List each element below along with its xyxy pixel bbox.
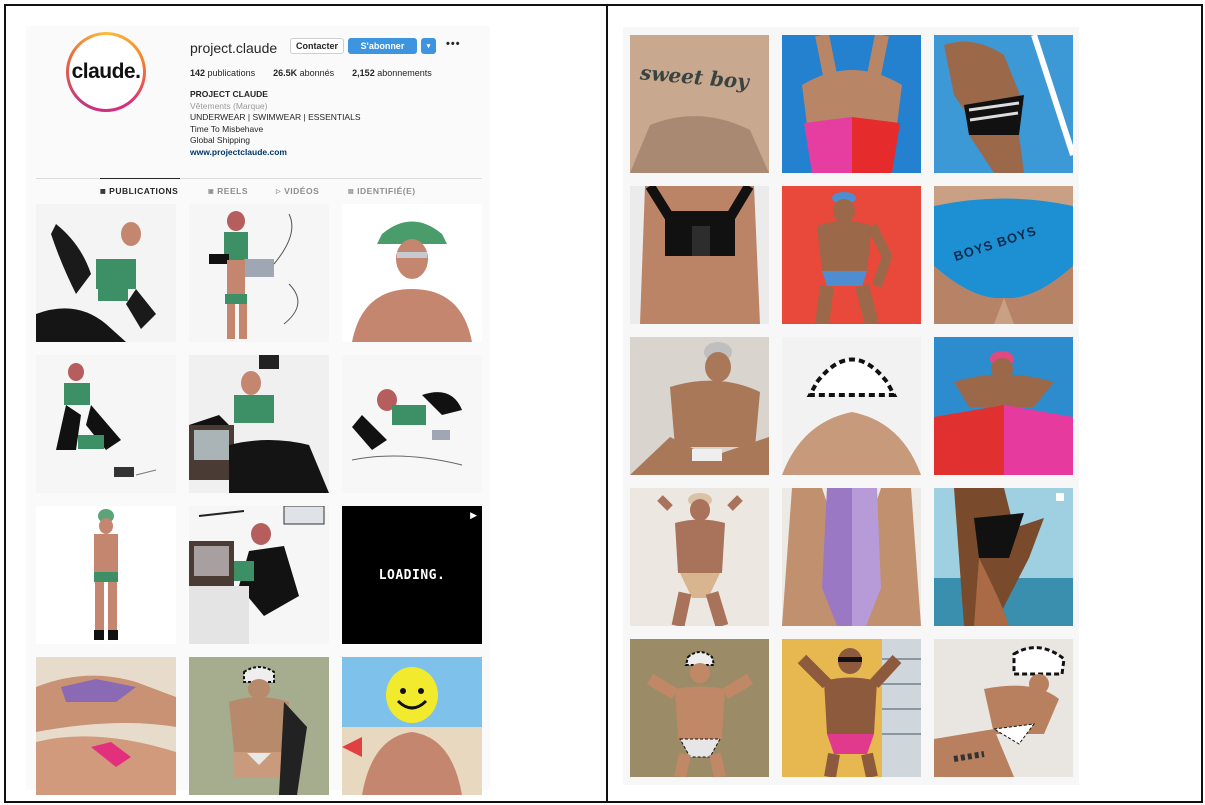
reels-icon: ▣ xyxy=(208,188,215,195)
more-options-icon[interactable]: ••• xyxy=(446,38,461,50)
profile-bio: PROJECT CLAUDE Vêtements (Marque) UNDERW… xyxy=(190,89,361,159)
photo-tile[interactable]: BOYS BOYS xyxy=(934,186,1073,324)
avatar-logo-text: claude. xyxy=(71,60,141,83)
post-thumbnail[interactable] xyxy=(189,506,329,644)
tab-videos[interactable]: ▷ VIDÉOS xyxy=(276,186,319,196)
publications-stat[interactable]: 142 publications xyxy=(190,68,255,78)
video-post-thumbnail[interactable]: LOADING. ▶ xyxy=(342,506,482,644)
post-thumbnail[interactable] xyxy=(189,657,329,795)
play-icon: ▶ xyxy=(470,510,477,520)
post-thumbnail[interactable] xyxy=(342,204,482,342)
tab-tagged[interactable]: ▤ IDENTIFIÉ(E) xyxy=(348,186,416,196)
follow-button[interactable]: S'abonner xyxy=(348,38,417,54)
bio-line: Global Shipping xyxy=(190,135,251,146)
post-thumbnail[interactable] xyxy=(189,204,329,342)
post-thumbnail[interactable] xyxy=(342,657,482,795)
photo-tile[interactable] xyxy=(782,337,921,475)
contact-button[interactable]: Contacter xyxy=(290,38,344,54)
post-thumbnail[interactable] xyxy=(36,506,176,644)
tab-publications[interactable]: ▦ PUBLICATIONS xyxy=(100,186,178,196)
grid-icon: ▦ xyxy=(100,188,107,195)
video-loading-text: LOADING. xyxy=(378,567,446,583)
following-stat[interactable]: 2,152 abonnements xyxy=(352,68,432,78)
photo-tile[interactable] xyxy=(782,639,921,777)
avatar-inner: claude. xyxy=(69,35,143,109)
chevron-down-icon[interactable]: ▾ xyxy=(421,38,436,54)
photo-tile[interactable] xyxy=(934,337,1073,475)
bio-website-link[interactable]: www.projectclaude.com xyxy=(190,147,361,159)
photo-tile[interactable] xyxy=(630,488,769,626)
followers-stat[interactable]: 26.5K abonnés xyxy=(273,68,334,78)
photo-tile[interactable]: sweet boy xyxy=(630,35,769,173)
instagram-profile-panel: claude. project.claude Contacter S'abonn… xyxy=(26,26,490,795)
photo-tile[interactable] xyxy=(782,35,921,173)
photo-tile[interactable] xyxy=(782,488,921,626)
bio-category: Vêtements (Marque) xyxy=(190,100,268,111)
profile-username: project.claude xyxy=(190,40,278,56)
bio-name: PROJECT CLAUDE xyxy=(190,89,268,99)
post-thumbnail[interactable] xyxy=(36,657,176,795)
photo-grid-panel: sweet boy BOYS BOYS xyxy=(623,27,1079,785)
photo-tile[interactable] xyxy=(934,35,1073,173)
video-icon: ▷ xyxy=(276,188,282,195)
tagged-icon: ▤ xyxy=(348,188,355,195)
bio-line: UNDERWEAR | SWIMWEAR | ESSENTIALS xyxy=(190,112,361,123)
post-thumbnail[interactable] xyxy=(36,355,176,493)
tab-reels[interactable]: ▣ REELS xyxy=(208,186,248,196)
profile-stats: 142 publications 26.5K abonnés 2,152 abo… xyxy=(190,68,432,78)
photo-tile[interactable] xyxy=(782,186,921,324)
post-thumbnail[interactable] xyxy=(189,355,329,493)
photo-tile[interactable] xyxy=(630,639,769,777)
post-thumbnail[interactable] xyxy=(36,204,176,342)
panel-divider xyxy=(606,4,608,803)
avatar[interactable]: claude. xyxy=(66,32,146,112)
photo-tile[interactable] xyxy=(630,337,769,475)
post-thumbnail[interactable] xyxy=(342,355,482,493)
bio-line: Time To Misbehave xyxy=(190,123,264,134)
photo-tile[interactable] xyxy=(630,186,769,324)
active-tab-indicator xyxy=(100,178,180,179)
photo-tile[interactable] xyxy=(934,639,1073,777)
photo-tile[interactable] xyxy=(934,488,1073,626)
profile-tabs: ▦ PUBLICATIONS ▣ REELS ▷ VIDÉOS ▤ IDENTI… xyxy=(26,186,490,200)
